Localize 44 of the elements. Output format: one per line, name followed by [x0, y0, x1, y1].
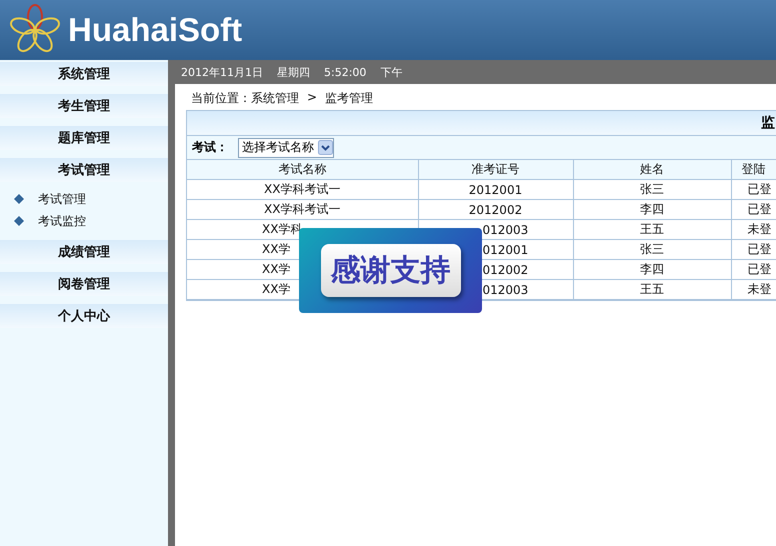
table-cell: 李四	[573, 200, 731, 220]
thanks-text: 感谢支持	[320, 244, 460, 297]
column-header: 考试名称	[187, 160, 418, 180]
diamond-icon	[14, 216, 24, 226]
period-text: 下午	[380, 64, 402, 80]
filter-label: 考试：	[192, 139, 228, 156]
date-text: 2012年11月1日	[181, 64, 263, 80]
menu-item[interactable]: 考试管理	[38, 190, 86, 208]
table-cell: 王五	[573, 220, 731, 240]
menu-group[interactable]: 系统管理	[0, 62, 168, 86]
exam-select[interactable]: 选择考试名称	[238, 138, 334, 158]
table-cell: 王五	[573, 280, 731, 300]
column-header: 姓名	[573, 160, 731, 180]
table-cell: 未登	[731, 220, 776, 240]
caret-icon	[318, 140, 333, 155]
separator-text: >	[307, 90, 318, 106]
table-cell: 已登	[731, 240, 776, 260]
panel-title: 监	[187, 111, 776, 136]
logo-text: HuahaiSoft	[68, 11, 242, 49]
column-header: 准考证号	[418, 160, 573, 180]
table-cell: 已登	[731, 180, 776, 200]
table-cell: 已登	[731, 200, 776, 220]
breadcrumb-item: 当前位置：系统管理	[191, 90, 299, 106]
menu-group[interactable]: 考试管理	[0, 158, 168, 182]
menu-group[interactable]: 成绩管理	[0, 240, 168, 264]
table-cell: 李四	[573, 260, 731, 280]
breadcrumb-item: 监考管理	[325, 90, 374, 106]
table-cell: 2012002	[418, 200, 573, 220]
table-cell: XX学科考试一	[187, 200, 418, 220]
table-cell: 张三	[573, 180, 731, 200]
menu-group[interactable]: 阅卷管理	[0, 272, 168, 296]
table-cell: 未登	[731, 280, 776, 300]
menu-group[interactable]: 个人中心	[0, 304, 168, 328]
menu-item[interactable]: 考试监控	[38, 212, 86, 230]
table-cell: XX学科考试一	[187, 180, 418, 200]
menu-group[interactable]: 考生管理	[0, 94, 168, 118]
column-header: 登陆	[731, 160, 776, 180]
menu-group[interactable]: 题库管理	[0, 126, 168, 150]
time-text: 5:52:00	[324, 66, 366, 78]
weekday-text: 星期四	[277, 64, 310, 80]
diamond-icon	[14, 194, 24, 204]
table-cell: 已登	[731, 260, 776, 280]
table-cell: 2012001	[418, 180, 573, 200]
table-cell: 张三	[573, 240, 731, 260]
